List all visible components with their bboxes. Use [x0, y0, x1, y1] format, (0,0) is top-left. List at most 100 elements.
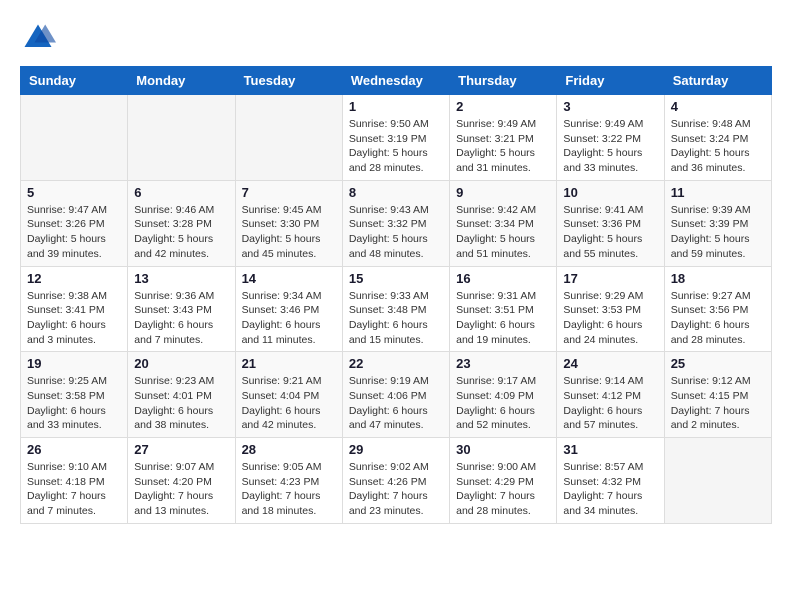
day-info: Sunrise: 9:46 AM Sunset: 3:28 PM Dayligh… — [134, 203, 228, 262]
day-info: Sunrise: 9:12 AM Sunset: 4:15 PM Dayligh… — [671, 374, 765, 433]
day-info: Sunrise: 9:10 AM Sunset: 4:18 PM Dayligh… — [27, 460, 121, 519]
day-number: 8 — [349, 185, 443, 200]
day-cell: 21 Sunrise: 9:21 AM Sunset: 4:04 PM Dayli… — [235, 352, 342, 438]
day-number: 4 — [671, 99, 765, 114]
day-cell: 18 Sunrise: 9:27 AM Sunset: 3:56 PM Dayli… — [664, 266, 771, 352]
day-info: Sunrise: 9:27 AM Sunset: 3:56 PM Dayligh… — [671, 289, 765, 348]
day-cell — [21, 95, 128, 181]
day-cell: 20Sunrise: 9:23 AM Sunset: 4:01 PM Dayli… — [128, 352, 235, 438]
weekday-header-wednesday: Wednesday — [342, 67, 449, 95]
day-number: 11 — [671, 185, 765, 200]
day-number: 9 — [456, 185, 550, 200]
day-cell: 31 Sunrise: 8:57 AM Sunset: 4:32 PM Dayli… — [557, 438, 664, 524]
day-cell: 22 Sunrise: 9:19 AM Sunset: 4:06 PM Dayli… — [342, 352, 449, 438]
day-number: 7 — [242, 185, 336, 200]
day-cell: 16 Sunrise: 9:31 AM Sunset: 3:51 PM Dayli… — [450, 266, 557, 352]
day-number: 1 — [349, 99, 443, 114]
logo — [20, 20, 62, 56]
day-number: 14 — [242, 271, 336, 286]
day-info: Sunrise: 9:23 AM Sunset: 4:01 PM Dayligh… — [134, 374, 228, 433]
day-cell: 6 Sunrise: 9:46 AM Sunset: 3:28 PM Daylig… — [128, 180, 235, 266]
day-info: Sunrise: 9:17 AM Sunset: 4:09 PM Dayligh… — [456, 374, 550, 433]
day-cell: 26 Sunrise: 9:10 AM Sunset: 4:18 PM Dayli… — [21, 438, 128, 524]
day-number: 15 — [349, 271, 443, 286]
day-info: Sunrise: 9:19 AM Sunset: 4:06 PM Dayligh… — [349, 374, 443, 433]
weekday-header-sunday: Sunday — [21, 67, 128, 95]
day-cell — [664, 438, 771, 524]
day-number: 18 — [671, 271, 765, 286]
day-number: 22 — [349, 356, 443, 371]
day-cell: 5 Sunrise: 9:47 AM Sunset: 3:26 PM Daylig… — [21, 180, 128, 266]
day-cell: 8 Sunrise: 9:43 AM Sunset: 3:32 PM Daylig… — [342, 180, 449, 266]
day-info: Sunrise: 9:31 AM Sunset: 3:51 PM Dayligh… — [456, 289, 550, 348]
day-cell — [128, 95, 235, 181]
day-number: 13 — [134, 271, 228, 286]
day-info: Sunrise: 9:41 AM Sunset: 3:36 PM Dayligh… — [563, 203, 657, 262]
day-info: Sunrise: 9:42 AM Sunset: 3:34 PM Dayligh… — [456, 203, 550, 262]
weekday-header-saturday: Saturday — [664, 67, 771, 95]
day-number: 19 — [27, 356, 121, 371]
day-number: 5 — [27, 185, 121, 200]
day-cell: 19 Sunrise: 9:25 AM Sunset: 3:58 PM Dayli… — [21, 352, 128, 438]
day-number: 28 — [242, 442, 336, 457]
day-cell: 12 Sunrise: 9:38 AM Sunset: 3:41 PM Dayli… — [21, 266, 128, 352]
day-cell: 2 Sunrise: 9:49 AM Sunset: 3:21 PM Daylig… — [450, 95, 557, 181]
day-info: Sunrise: 8:57 AM Sunset: 4:32 PM Dayligh… — [563, 460, 657, 519]
day-number: 21 — [242, 356, 336, 371]
day-info: Sunrise: 9:50 AM Sunset: 3:19 PM Dayligh… — [349, 117, 443, 176]
day-info: Sunrise: 9:49 AM Sunset: 3:21 PM Dayligh… — [456, 117, 550, 176]
page-header — [20, 20, 772, 56]
weekday-header-tuesday: Tuesday — [235, 67, 342, 95]
day-info: Sunrise: 9:48 AM Sunset: 3:24 PM Dayligh… — [671, 117, 765, 176]
day-info: Sunrise: 9:47 AM Sunset: 3:26 PM Dayligh… — [27, 203, 121, 262]
day-info: Sunrise: 9:33 AM Sunset: 3:48 PM Dayligh… — [349, 289, 443, 348]
day-cell: 24 Sunrise: 9:14 AM Sunset: 4:12 PM Dayli… — [557, 352, 664, 438]
day-cell: 27Sunrise: 9:07 AM Sunset: 4:20 PM Dayli… — [128, 438, 235, 524]
day-number: 23 — [456, 356, 550, 371]
day-number: 12 — [27, 271, 121, 286]
day-info: Sunrise: 9:07 AM Sunset: 4:20 PM Dayligh… — [134, 460, 228, 519]
day-info: Sunrise: 9:00 AM Sunset: 4:29 PM Dayligh… — [456, 460, 550, 519]
day-cell: 17 Sunrise: 9:29 AM Sunset: 3:53 PM Dayli… — [557, 266, 664, 352]
day-info: Sunrise: 9:43 AM Sunset: 3:32 PM Dayligh… — [349, 203, 443, 262]
day-cell: 25 Sunrise: 9:12 AM Sunset: 4:15 PM Dayli… — [664, 352, 771, 438]
day-number: 25 — [671, 356, 765, 371]
day-cell: 4 Sunrise: 9:48 AM Sunset: 3:24 PM Daylig… — [664, 95, 771, 181]
day-info: Sunrise: 9:36 AM Sunset: 3:43 PM Dayligh… — [134, 289, 228, 348]
day-number: 29 — [349, 442, 443, 457]
day-cell: 23 Sunrise: 9:17 AM Sunset: 4:09 PM Dayli… — [450, 352, 557, 438]
day-cell: 7Sunrise: 9:45 AM Sunset: 3:30 PM Daylig… — [235, 180, 342, 266]
day-cell: 14 Sunrise: 9:34 AM Sunset: 3:46 PM Dayli… — [235, 266, 342, 352]
day-cell: 28 Sunrise: 9:05 AM Sunset: 4:23 PM Dayli… — [235, 438, 342, 524]
day-cell: 30Sunrise: 9:00 AM Sunset: 4:29 PM Dayli… — [450, 438, 557, 524]
day-info: Sunrise: 9:38 AM Sunset: 3:41 PM Dayligh… — [27, 289, 121, 348]
day-info: Sunrise: 9:29 AM Sunset: 3:53 PM Dayligh… — [563, 289, 657, 348]
week-row-0: 1 Sunrise: 9:50 AM Sunset: 3:19 PM Daylig… — [21, 95, 772, 181]
day-cell: 15 Sunrise: 9:33 AM Sunset: 3:48 PM Dayli… — [342, 266, 449, 352]
day-cell: 13 Sunrise: 9:36 AM Sunset: 3:43 PM Dayli… — [128, 266, 235, 352]
day-info: Sunrise: 9:25 AM Sunset: 3:58 PM Dayligh… — [27, 374, 121, 433]
day-cell: 29 Sunrise: 9:02 AM Sunset: 4:26 PM Dayli… — [342, 438, 449, 524]
day-number: 16 — [456, 271, 550, 286]
day-cell: 9 Sunrise: 9:42 AM Sunset: 3:34 PM Daylig… — [450, 180, 557, 266]
day-number: 6 — [134, 185, 228, 200]
day-info: Sunrise: 9:34 AM Sunset: 3:46 PM Dayligh… — [242, 289, 336, 348]
day-number: 2 — [456, 99, 550, 114]
day-number: 10 — [563, 185, 657, 200]
day-info: Sunrise: 9:02 AM Sunset: 4:26 PM Dayligh… — [349, 460, 443, 519]
day-number: 31 — [563, 442, 657, 457]
weekday-header-friday: Friday — [557, 67, 664, 95]
day-cell: 10 Sunrise: 9:41 AM Sunset: 3:36 PM Dayli… — [557, 180, 664, 266]
day-number: 17 — [563, 271, 657, 286]
day-info: Sunrise: 9:05 AM Sunset: 4:23 PM Dayligh… — [242, 460, 336, 519]
day-cell: 1 Sunrise: 9:50 AM Sunset: 3:19 PM Daylig… — [342, 95, 449, 181]
day-cell: 11Sunrise: 9:39 AM Sunset: 3:39 PM Dayli… — [664, 180, 771, 266]
week-row-2: 12 Sunrise: 9:38 AM Sunset: 3:41 PM Dayli… — [21, 266, 772, 352]
week-row-4: 26 Sunrise: 9:10 AM Sunset: 4:18 PM Dayli… — [21, 438, 772, 524]
weekday-header-row: SundayMondayTuesdayWednesdayThursdayFrid… — [21, 67, 772, 95]
day-number: 24 — [563, 356, 657, 371]
day-cell: 3Sunrise: 9:49 AM Sunset: 3:22 PM Daylig… — [557, 95, 664, 181]
day-info: Sunrise: 9:14 AM Sunset: 4:12 PM Dayligh… — [563, 374, 657, 433]
day-info: Sunrise: 9:21 AM Sunset: 4:04 PM Dayligh… — [242, 374, 336, 433]
day-number: 26 — [27, 442, 121, 457]
